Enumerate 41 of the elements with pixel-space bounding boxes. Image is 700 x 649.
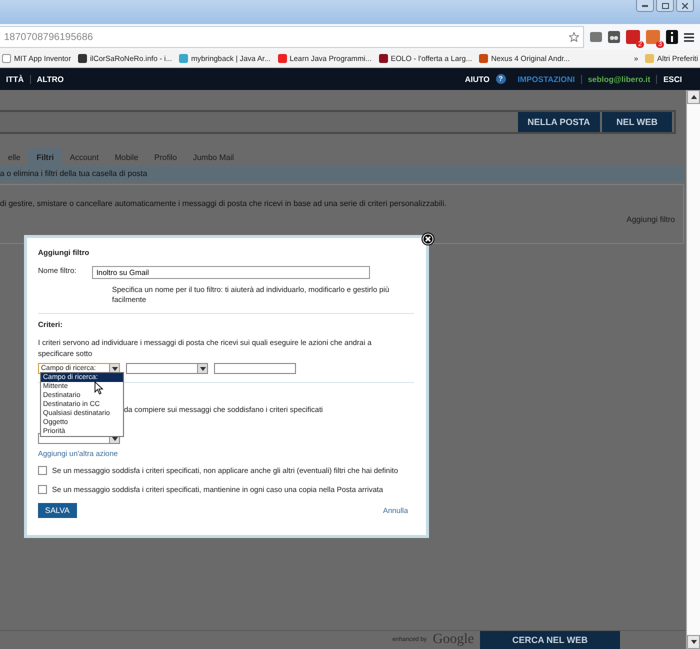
minimize-button[interactable] xyxy=(636,0,654,12)
menu-icon[interactable] xyxy=(684,32,694,42)
nav-link[interactable]: ITTÀ xyxy=(0,74,31,84)
address-bar[interactable]: 1870708796195686 xyxy=(0,26,584,48)
help-link[interactable]: AIUTO xyxy=(458,74,496,84)
settings-link[interactable]: IMPOSTAZIONI xyxy=(512,74,582,84)
search-web-button[interactable]: NEL WEB xyxy=(602,112,672,132)
logout-link[interactable]: ESCI xyxy=(657,74,688,84)
bookmark-icon xyxy=(378,54,388,63)
bookmark-icon xyxy=(179,54,188,63)
scroll-down-icon[interactable] xyxy=(690,640,696,644)
intro-text: di gestire, smistare o cancellare automaticamente i messaggi di posta che ricevi in base ad una serie di criteri personalizzabili. xyxy=(0,199,448,208)
star-icon[interactable] xyxy=(569,32,579,42)
close-icon xyxy=(682,2,688,8)
dropdown-arrow-icon[interactable] xyxy=(112,366,118,371)
dropdown-arrow-icon[interactable] xyxy=(112,436,118,441)
dropdown-arrow-icon[interactable] xyxy=(200,366,206,371)
bookmark-icon xyxy=(278,54,287,63)
web-search-button[interactable]: CERCA NEL WEB xyxy=(480,631,620,649)
minimize-icon xyxy=(642,4,648,6)
info-icon[interactable] xyxy=(666,30,678,44)
banner-text: a o elimina i filtri della tua casella di posta xyxy=(0,169,148,178)
maximize-icon xyxy=(662,2,668,8)
search-mail-button[interactable]: NELLA POSTA xyxy=(518,112,600,132)
user-email[interactable]: seblog@libero.it xyxy=(582,74,658,84)
close-button[interactable] xyxy=(676,0,694,12)
bookmark-icon xyxy=(78,54,87,63)
folder-icon xyxy=(645,54,654,63)
extension-icon[interactable] xyxy=(590,32,602,42)
scrollbar[interactable] xyxy=(686,90,700,649)
close-icon[interactable] xyxy=(421,232,435,246)
google-logo: Google xyxy=(432,632,474,648)
maximize-button[interactable] xyxy=(656,0,674,12)
extension-icon[interactable] xyxy=(608,31,620,43)
scroll-up-icon[interactable] xyxy=(690,95,696,99)
mouse-pointer-icon xyxy=(94,381,104,395)
action-dropdown[interactable] xyxy=(38,433,120,444)
nav-link[interactable]: ALTRO xyxy=(30,74,70,84)
criteria-value-field[interactable] xyxy=(214,363,296,374)
save-button[interactable]: SALVA xyxy=(38,503,77,518)
bookmark-icon xyxy=(479,54,488,63)
